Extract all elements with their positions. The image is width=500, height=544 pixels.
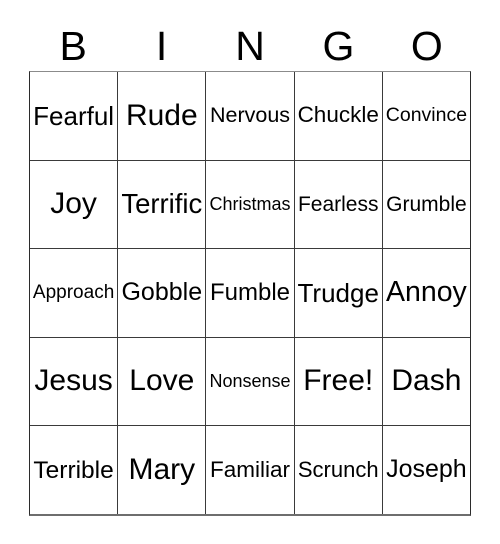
bingo-cell[interactable]: Fearless bbox=[295, 160, 383, 249]
bingo-card: B I N G O Fearful Rude Nervous Chuckle C… bbox=[0, 0, 500, 544]
bingo-cell[interactable]: Nervous bbox=[206, 72, 295, 160]
bingo-cell-label: Convince bbox=[385, 103, 468, 126]
bingo-cell-label: Jesus bbox=[34, 364, 113, 398]
bingo-header-letter-b: B bbox=[59, 23, 87, 69]
bingo-cell[interactable]: Rude bbox=[118, 72, 207, 160]
bingo-cell-label: Grumble bbox=[386, 192, 467, 216]
bingo-cell[interactable]: Gobble bbox=[118, 249, 207, 337]
bingo-cell[interactable]: Fearful bbox=[30, 72, 119, 160]
bingo-cell-label: Trudge bbox=[297, 277, 379, 308]
bingo-cell[interactable]: Jesus bbox=[30, 337, 119, 426]
bingo-cell[interactable]: Terrible bbox=[30, 426, 119, 514]
bingo-header-letter-g: G bbox=[322, 23, 355, 69]
bingo-cell[interactable]: Christmas bbox=[206, 160, 295, 249]
bingo-cell-label: Annoy bbox=[386, 276, 467, 309]
bingo-cell-label: Joseph bbox=[386, 455, 467, 484]
bingo-cell[interactable]: Dash bbox=[383, 338, 470, 426]
bingo-cell-label: Fumble bbox=[209, 278, 291, 306]
bingo-cell[interactable]: Scrunch bbox=[295, 426, 383, 514]
bingo-cell-label: Terrible bbox=[33, 456, 114, 484]
bingo-cell-label: Approach bbox=[32, 282, 115, 304]
bingo-cell[interactable]: Mary bbox=[118, 426, 207, 514]
bingo-cell[interactable]: Grumble bbox=[383, 161, 470, 249]
bingo-cell-label: Dash bbox=[391, 364, 462, 398]
bingo-cell[interactable]: Love bbox=[118, 337, 207, 426]
bingo-cell[interactable]: Chuckle bbox=[295, 72, 383, 160]
bingo-cell[interactable]: Convince bbox=[383, 72, 470, 160]
bingo-header-letter-n: N bbox=[235, 23, 265, 69]
bingo-cell-label: Mary bbox=[128, 452, 196, 486]
bingo-header-letter-i: I bbox=[155, 23, 168, 69]
bingo-cell[interactable]: Trudge bbox=[295, 249, 383, 337]
bingo-header-letter-o: O bbox=[410, 23, 443, 69]
bingo-cell[interactable]: Joy bbox=[30, 160, 119, 249]
bingo-cell-label: Fearless bbox=[297, 192, 379, 216]
bingo-cell-label: Scrunch bbox=[297, 456, 379, 482]
bingo-free-space-cell[interactable]: Free! bbox=[295, 337, 383, 426]
bingo-cell-label: Gobble bbox=[121, 278, 203, 307]
bingo-cell-label: Terrific bbox=[121, 188, 203, 220]
bingo-cell-label: Familiar bbox=[210, 456, 291, 482]
bingo-cell[interactable]: Fumble bbox=[206, 249, 295, 337]
bingo-row: Jesus Love Nonsense Free! Dash bbox=[30, 337, 470, 427]
bingo-cell[interactable]: Nonsense bbox=[206, 337, 295, 426]
bingo-cell-label: Rude bbox=[125, 98, 198, 132]
bingo-cell-label: Love bbox=[129, 364, 195, 398]
bingo-cell-label: Nonsense bbox=[209, 371, 291, 392]
bingo-row: Terrible Mary Familiar Scrunch Joseph bbox=[30, 426, 470, 514]
bingo-free-space-label: Free! bbox=[303, 364, 374, 398]
bingo-cell[interactable]: Familiar bbox=[206, 426, 295, 514]
bingo-cell[interactable]: Joseph bbox=[383, 426, 470, 514]
bingo-cell[interactable]: Approach bbox=[30, 249, 119, 337]
bingo-grid: Fearful Rude Nervous Chuckle Convince Jo… bbox=[29, 71, 471, 516]
bingo-cell-label: Joy bbox=[50, 187, 97, 221]
bingo-row: Joy Terrific Christmas Fearless Grumble bbox=[30, 160, 470, 250]
bingo-cell[interactable]: Annoy bbox=[383, 249, 470, 337]
bingo-cell-label: Christmas bbox=[209, 194, 291, 215]
bingo-cell-label: Chuckle bbox=[297, 102, 379, 128]
bingo-header: B I N G O bbox=[29, 22, 471, 68]
bingo-row: Fearful Rude Nervous Chuckle Convince bbox=[30, 72, 470, 161]
bingo-row: Approach Gobble Fumble Trudge Annoy bbox=[30, 249, 470, 338]
bingo-cell-label: Nervous bbox=[209, 102, 291, 127]
bingo-cell[interactable]: Terrific bbox=[118, 160, 207, 249]
bingo-cell-label: Fearful bbox=[33, 100, 115, 131]
